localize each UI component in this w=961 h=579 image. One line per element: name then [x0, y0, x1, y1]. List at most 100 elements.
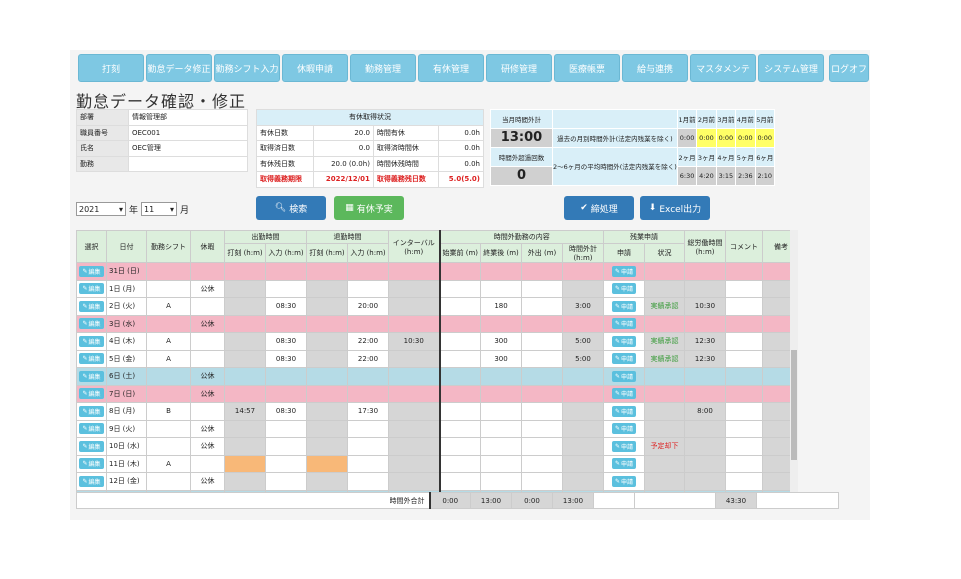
before-cell[interactable] — [439, 419, 481, 438]
in-input-cell[interactable]: 08:30 — [265, 349, 307, 368]
edit-button[interactable]: ✎ 編集 — [79, 265, 104, 277]
before-cell[interactable] — [439, 314, 481, 333]
outing-cell[interactable] — [521, 332, 563, 351]
request-button[interactable]: ✎ 申請 — [611, 423, 637, 435]
after-cell[interactable] — [480, 437, 522, 456]
out-input-cell[interactable]: 22:00 — [347, 349, 389, 368]
comment-cell[interactable] — [725, 297, 763, 316]
after-cell[interactable] — [480, 279, 522, 298]
in-input-cell[interactable] — [265, 384, 307, 403]
nav-item-3[interactable]: 休暇申請 — [282, 54, 348, 82]
in-input-cell[interactable] — [265, 472, 307, 491]
scrollbar-thumb[interactable] — [791, 350, 797, 460]
excel-export-button[interactable]: ⬇ Excel出力 — [640, 196, 710, 220]
after-cell[interactable] — [480, 367, 522, 386]
outing-cell[interactable] — [521, 384, 563, 403]
edit-button[interactable]: ✎ 編集 — [79, 353, 104, 365]
after-cell[interactable] — [480, 384, 522, 403]
before-cell[interactable] — [439, 332, 481, 351]
before-cell[interactable] — [439, 454, 481, 473]
month-select[interactable]: 11 ▾ — [141, 202, 177, 216]
request-button[interactable]: ✎ 申請 — [611, 265, 637, 277]
comment-cell[interactable] — [725, 437, 763, 456]
after-cell[interactable] — [480, 472, 522, 491]
nav-item-2[interactable]: 勤務シフト入力 — [214, 54, 280, 82]
outing-cell[interactable] — [521, 349, 563, 368]
before-cell[interactable] — [439, 402, 481, 421]
out-input-cell[interactable] — [347, 262, 389, 281]
request-button[interactable]: ✎ 申請 — [611, 370, 637, 382]
request-button[interactable]: ✎ 申請 — [611, 475, 637, 487]
before-cell[interactable] — [439, 384, 481, 403]
in-input-cell[interactable] — [265, 419, 307, 438]
nav-item-4[interactable]: 勤務管理 — [350, 54, 416, 82]
comment-cell[interactable] — [725, 349, 763, 368]
in-input-cell[interactable] — [265, 314, 307, 333]
outing-cell[interactable] — [521, 454, 563, 473]
outing-cell[interactable] — [521, 279, 563, 298]
outing-cell[interactable] — [521, 367, 563, 386]
out-input-cell[interactable] — [347, 384, 389, 403]
outing-cell[interactable] — [521, 437, 563, 456]
nav-item-7[interactable]: 医療帳票 — [554, 54, 620, 82]
before-cell[interactable] — [439, 262, 481, 281]
after-cell[interactable] — [480, 454, 522, 473]
edit-button[interactable]: ✎ 編集 — [79, 335, 104, 347]
nav-item-9[interactable]: マスタメンテ — [690, 54, 756, 82]
edit-button[interactable]: ✎ 編集 — [79, 283, 104, 295]
out-input-cell[interactable] — [347, 367, 389, 386]
in-input-cell[interactable]: 08:30 — [265, 402, 307, 421]
out-input-cell[interactable] — [347, 454, 389, 473]
nav-item-10[interactable]: システム管理 — [758, 54, 824, 82]
comment-cell[interactable] — [725, 454, 763, 473]
request-button[interactable]: ✎ 申請 — [611, 318, 637, 330]
outing-cell[interactable] — [521, 402, 563, 421]
out-input-cell[interactable] — [347, 314, 389, 333]
out-input-cell[interactable]: 17:30 — [347, 402, 389, 421]
request-button[interactable]: ✎ 申請 — [611, 388, 637, 400]
before-cell[interactable] — [439, 279, 481, 298]
in-input-cell[interactable]: 08:30 — [265, 297, 307, 316]
comment-cell[interactable] — [725, 419, 763, 438]
out-input-cell[interactable] — [347, 279, 389, 298]
outing-cell[interactable] — [521, 262, 563, 281]
comment-cell[interactable] — [725, 314, 763, 333]
request-button[interactable]: ✎ 申請 — [611, 405, 637, 417]
outing-cell[interactable] — [521, 472, 563, 491]
nav-item-6[interactable]: 研修管理 — [486, 54, 552, 82]
edit-button[interactable]: ✎ 編集 — [79, 405, 104, 417]
edit-button[interactable]: ✎ 編集 — [79, 458, 104, 470]
comment-cell[interactable] — [725, 262, 763, 281]
out-input-cell[interactable]: 22:00 — [347, 332, 389, 351]
leave-plan-button[interactable]: ▦ 有休予実 — [334, 196, 404, 220]
before-cell[interactable] — [439, 437, 481, 456]
grid-scrollbar[interactable] — [790, 230, 798, 492]
comment-cell[interactable] — [725, 472, 763, 491]
edit-button[interactable]: ✎ 編集 — [79, 300, 104, 312]
comment-cell[interactable] — [725, 384, 763, 403]
in-input-cell[interactable]: 08:30 — [265, 332, 307, 351]
in-input-cell[interactable] — [265, 279, 307, 298]
before-cell[interactable] — [439, 472, 481, 491]
after-cell[interactable]: 300 — [480, 332, 522, 351]
before-cell[interactable] — [439, 367, 481, 386]
before-cell[interactable] — [439, 349, 481, 368]
outing-cell[interactable] — [521, 297, 563, 316]
out-input-cell[interactable] — [347, 472, 389, 491]
after-cell[interactable] — [480, 314, 522, 333]
search-button[interactable]: 🔍︎ 検索 — [256, 196, 326, 220]
in-input-cell[interactable] — [265, 262, 307, 281]
year-select[interactable]: 2021 ▾ — [76, 202, 126, 216]
in-input-cell[interactable] — [265, 367, 307, 386]
edit-button[interactable]: ✎ 編集 — [79, 423, 104, 435]
after-cell[interactable]: 180 — [480, 297, 522, 316]
edit-button[interactable]: ✎ 編集 — [79, 475, 104, 487]
nav-item-8[interactable]: 給与連携 — [622, 54, 688, 82]
comment-cell[interactable] — [725, 402, 763, 421]
outing-cell[interactable] — [521, 314, 563, 333]
after-cell[interactable] — [480, 419, 522, 438]
nav-item-0[interactable]: 打刻 — [78, 54, 144, 82]
after-cell[interactable] — [480, 402, 522, 421]
request-button[interactable]: ✎ 申請 — [611, 440, 637, 452]
request-button[interactable]: ✎ 申請 — [611, 300, 637, 312]
